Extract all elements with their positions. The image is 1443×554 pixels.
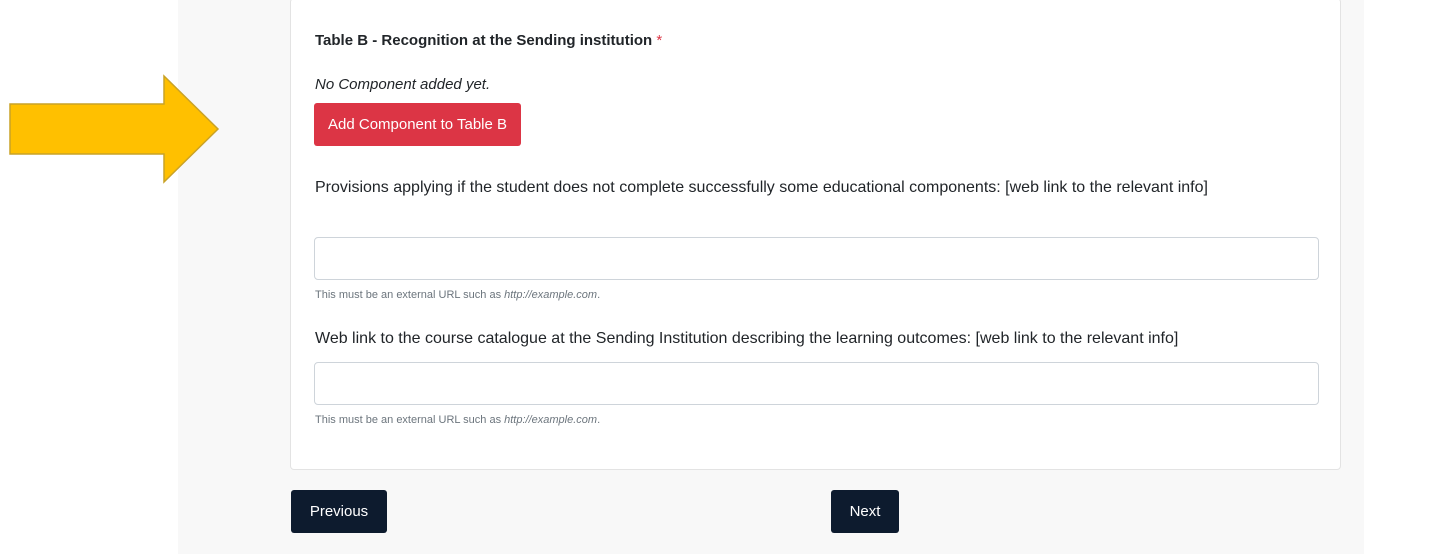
provisions-field-label: Provisions applying if the student does … bbox=[315, 179, 1208, 196]
provisions-help-prefix: This must be an external URL such as bbox=[315, 289, 505, 301]
add-component-button[interactable]: Add Component to Table B bbox=[314, 103, 522, 146]
catalogue-help-text: This must be an external URL such as htt… bbox=[315, 414, 600, 426]
required-marker: * bbox=[656, 32, 663, 49]
learning-agreement-card: Table B - Recognition at the Sending ins… bbox=[290, 0, 1341, 470]
provisions-help-example: http://example.com bbox=[504, 289, 598, 301]
provisions-url-input[interactable] bbox=[314, 237, 1319, 280]
previous-button[interactable]: Previous bbox=[291, 490, 387, 533]
catalogue-field-label: Web link to the course catalogue at the … bbox=[315, 330, 1179, 347]
catalogue-help-prefix: This must be an external URL such as bbox=[315, 414, 505, 426]
table-b-title: Table B - Recognition at the Sending ins… bbox=[315, 32, 662, 49]
arrow-right-icon bbox=[9, 74, 220, 184]
catalogue-help-example: http://example.com bbox=[504, 414, 598, 426]
provisions-help-suffix: . bbox=[597, 289, 601, 301]
table-b-empty-note: No Component added yet. bbox=[315, 76, 491, 93]
next-button[interactable]: Next bbox=[831, 490, 899, 533]
table-b-title-text: Table B - Recognition at the Sending ins… bbox=[315, 32, 653, 49]
catalogue-url-input[interactable] bbox=[314, 362, 1319, 405]
provisions-help-text: This must be an external URL such as htt… bbox=[315, 289, 600, 301]
catalogue-help-suffix: . bbox=[597, 414, 601, 426]
